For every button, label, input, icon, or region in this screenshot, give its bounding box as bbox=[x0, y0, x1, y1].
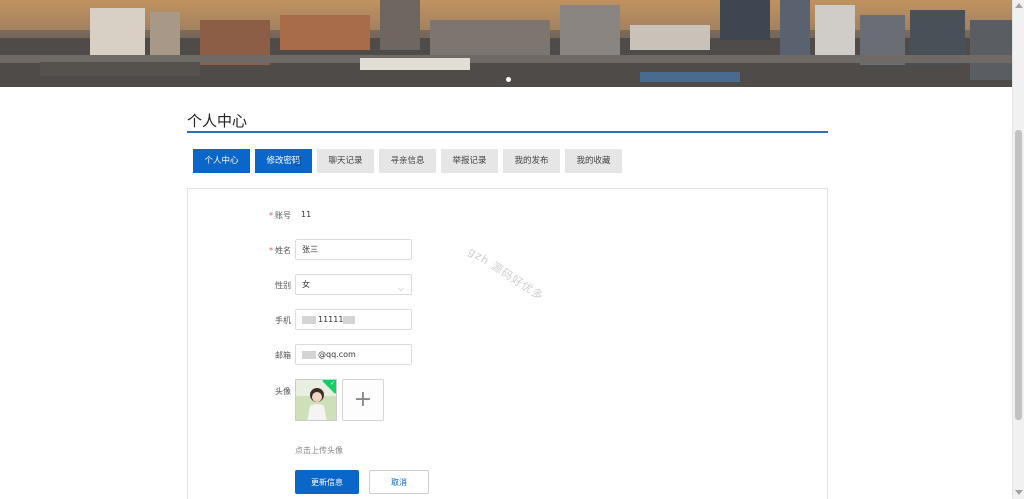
redacted-block bbox=[302, 350, 316, 359]
avatar-label: 头像 bbox=[275, 387, 291, 396]
scroll-up-arrow-icon[interactable] bbox=[1015, 3, 1023, 8]
gender-label: 性别 bbox=[275, 281, 291, 290]
vertical-scrollbar[interactable] bbox=[1012, 0, 1024, 499]
phone-value: 11111 bbox=[318, 315, 344, 324]
email-value: @qq.com bbox=[318, 350, 356, 359]
tab-report-history[interactable]: 举报记录 bbox=[441, 149, 498, 173]
account-label: * 账号 bbox=[269, 211, 291, 220]
tab-profile[interactable]: 个人中心 bbox=[193, 149, 250, 173]
carousel-dot[interactable] bbox=[506, 77, 511, 82]
redacted-block bbox=[302, 315, 316, 324]
name-input[interactable]: 张三 bbox=[295, 239, 412, 260]
hero-banner bbox=[0, 0, 1012, 87]
tab-family-search[interactable]: 寻亲信息 bbox=[379, 149, 436, 173]
update-info-button[interactable]: 更新信息 bbox=[295, 470, 359, 494]
profile-tabs: 个人中心 修改密码 聊天记录 寻亲信息 举报记录 我的发布 我的收藏 bbox=[193, 149, 622, 173]
email-label: 邮箱 bbox=[275, 351, 291, 360]
page-title: 个人中心 bbox=[187, 112, 248, 130]
plus-icon: + bbox=[353, 387, 373, 412]
check-icon: ✓ bbox=[329, 380, 335, 387]
redacted-block bbox=[343, 315, 356, 324]
gender-select-value: 女 bbox=[302, 280, 310, 289]
profile-form: * 账号 11 * 姓名 张三 性别 女 ⌵ 手机 11111 邮箱 @qq.com… bbox=[187, 188, 828, 499]
chevron-down-icon: ⌵ bbox=[397, 284, 404, 293]
account-value: 11 bbox=[301, 210, 312, 219]
city-skyline-image bbox=[0, 0, 1012, 87]
tab-change-password[interactable]: 修改密码 bbox=[255, 149, 312, 173]
title-divider bbox=[187, 131, 828, 133]
avatar-upload-button[interactable]: + bbox=[342, 379, 384, 421]
scroll-thumb[interactable] bbox=[1015, 130, 1022, 420]
gender-select[interactable]: 女 ⌵ bbox=[295, 274, 412, 295]
tab-my-favorites[interactable]: 我的收藏 bbox=[565, 149, 622, 173]
cancel-button[interactable]: 取消 bbox=[369, 470, 429, 494]
tab-my-posts[interactable]: 我的发布 bbox=[503, 149, 560, 173]
name-label: * 姓名 bbox=[269, 246, 291, 255]
phone-label: 手机 bbox=[275, 316, 291, 325]
email-input[interactable]: @qq.com bbox=[295, 344, 412, 365]
avatar-image[interactable]: ✓ bbox=[295, 379, 337, 421]
scroll-down-arrow-icon[interactable] bbox=[1015, 490, 1023, 495]
hand-cursor-icon: ☝ bbox=[294, 155, 302, 170]
upload-hint: 点击上传头像 bbox=[295, 446, 343, 455]
tab-chat-history[interactable]: 聊天记录 bbox=[317, 149, 374, 173]
phone-input[interactable]: 11111 bbox=[295, 309, 412, 330]
page: 个人中心 个人中心 修改密码 聊天记录 寻亲信息 举报记录 我的发布 我的收藏 … bbox=[0, 0, 1024, 499]
